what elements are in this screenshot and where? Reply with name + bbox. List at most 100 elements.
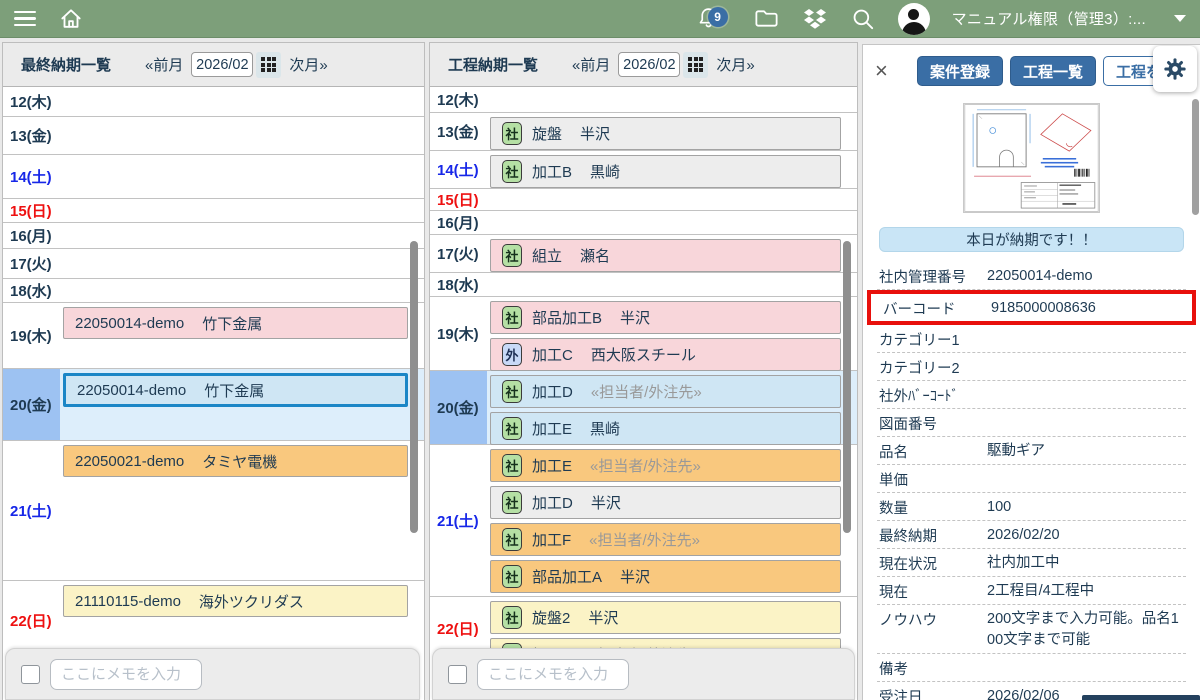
detail-field-row: 社内管理番号22050014-demo <box>877 262 1186 290</box>
calendar-grid-icon <box>261 57 276 72</box>
calendar-row: 19(木)社部品加工B半沢外加工C西大阪スチール <box>430 297 857 371</box>
detail-field-row: 図面番号 <box>877 409 1186 437</box>
drawing-thumbnail[interactable] <box>963 103 1100 213</box>
scrollbar-thumb[interactable] <box>843 241 851 533</box>
assignee-name: 半沢 <box>620 307 650 328</box>
calendar-row: 20(金)社加工D«担当者/外注先»社加工E黒崎 <box>430 371 857 445</box>
field-label: カテゴリー1 <box>879 329 987 350</box>
register-project-button[interactable]: 案件登録 <box>917 56 1003 86</box>
final-due-date-list: 12(木)13(金)14(土)15(日)16(月)17(火)18(水)19(木)… <box>3 87 424 700</box>
field-label: カテゴリー2 <box>879 357 987 378</box>
schedule-entry[interactable]: 社加工F«担当者/外注先» <box>490 523 841 556</box>
inhouse-badge: 社 <box>502 244 522 267</box>
process-name: 旋盤2 <box>532 607 570 628</box>
schedule-entry[interactable]: 社加工D«担当者/外注先» <box>490 375 841 408</box>
schedule-entry[interactable]: 社加工D半沢 <box>490 486 841 519</box>
dropbox-icon[interactable] <box>802 7 828 31</box>
prev-month-button[interactable]: «前月 <box>572 54 610 75</box>
process-due-date-header: 工程納期一覧 «前月 次月» <box>430 43 857 87</box>
scrollbar-thumb[interactable] <box>1192 99 1199 215</box>
entry-slot <box>60 249 424 278</box>
menu-icon[interactable] <box>14 11 36 27</box>
schedule-entry[interactable]: 社組立瀬名 <box>490 239 841 272</box>
calendar-row: 19(木)22050014-demo竹下金属 <box>3 303 424 369</box>
calendar-picker-button[interactable] <box>683 52 708 78</box>
schedule-entry[interactable]: 社旋盤半沢 <box>490 117 841 150</box>
entry-slot: 社加工B黒崎 <box>487 151 857 188</box>
entry-slot <box>60 87 424 116</box>
calendar-picker-button[interactable] <box>256 52 281 78</box>
memo-checkbox[interactable] <box>448 665 467 684</box>
chevron-down-icon[interactable] <box>1174 15 1186 22</box>
calendar-row: 18(水) <box>430 273 857 297</box>
assignee-name: 半沢 <box>580 123 610 144</box>
schedule-entry[interactable]: 22050021-demoタミヤ電機 <box>63 445 408 477</box>
field-label: 備考 <box>879 658 987 679</box>
entry-slot <box>60 199 424 222</box>
month-input[interactable] <box>618 52 680 77</box>
calendar-row: 13(金)社旋盤半沢 <box>430 113 857 151</box>
date-label: 21(土) <box>3 441 60 580</box>
process-name: 旋盤 <box>532 123 562 144</box>
schedule-entry[interactable]: 社加工E«担当者/外注先» <box>490 449 841 482</box>
settings-gear-button[interactable] <box>1153 46 1197 92</box>
schedule-entry[interactable]: 22050014-demo竹下金属 <box>63 373 408 407</box>
assignee-name: 西大阪スチール <box>591 344 696 365</box>
field-value: 社内加工中 <box>987 553 1184 574</box>
field-value: 9185000008636 <box>991 298 1184 319</box>
calendar-row: 21(土)22050021-demoタミヤ電機 <box>3 441 424 581</box>
assignee-name: 黒崎 <box>590 161 620 182</box>
next-month-button[interactable]: 次月» <box>289 54 327 75</box>
schedule-entry[interactable]: 社加工B黒崎 <box>490 155 841 188</box>
order-code: 22050021-demo <box>75 453 184 470</box>
assignee-name: 竹下金属 <box>202 313 262 334</box>
close-icon[interactable]: × <box>875 60 888 82</box>
search-icon[interactable] <box>850 6 876 32</box>
assignee-placeholder: «担当者/外注先» <box>591 381 702 402</box>
calendar-row: 15(日) <box>430 189 857 211</box>
process-name: 加工C <box>532 344 573 365</box>
date-label: 15(日) <box>430 189 487 210</box>
field-label: 品名 <box>879 441 987 462</box>
schedule-entry[interactable]: 社部品加工A半沢 <box>490 560 841 593</box>
calendar-grid-icon <box>688 57 703 72</box>
date-label: 12(木) <box>3 87 60 116</box>
user-avatar[interactable] <box>898 3 930 35</box>
process-name: 加工E <box>532 455 572 476</box>
field-label: 最終納期 <box>879 525 987 546</box>
folder-icon[interactable] <box>753 6 780 31</box>
prev-month-button[interactable]: «前月 <box>145 54 183 75</box>
home-icon[interactable] <box>58 6 84 32</box>
entry-slot <box>487 273 857 296</box>
calendar-row: 12(木) <box>3 87 424 117</box>
calendar-row: 15(日) <box>3 199 424 223</box>
calendar-row: 17(火)社組立瀬名 <box>430 235 857 273</box>
calendar-row: 20(金)22050014-demo竹下金属 <box>3 369 424 441</box>
assignee-placeholder: «担当者/外注先» <box>590 455 701 476</box>
assignee-placeholder: «担当者/外注先» <box>589 529 700 550</box>
schedule-entry[interactable]: 21110115-demo海外ツクリダス <box>63 585 408 617</box>
calendar-row: 17(火) <box>3 249 424 279</box>
schedule-entry[interactable]: 社加工E黒崎 <box>490 412 841 445</box>
schedule-entry[interactable]: 社旋盤2半沢 <box>490 601 841 634</box>
detail-field-row: 備考 <box>877 654 1186 682</box>
field-label: ノウハウ <box>879 609 987 630</box>
panel-title: 最終納期一覧 <box>21 54 111 75</box>
field-value: 22050014-demo <box>987 266 1184 287</box>
memo-input[interactable] <box>477 659 629 690</box>
process-name: 組立 <box>532 245 562 266</box>
field-value: 2026/02/20 <box>987 525 1184 546</box>
calendar-row: 16(月) <box>3 223 424 249</box>
next-month-button[interactable]: 次月» <box>716 54 754 75</box>
detail-field-row: 現在状況社内加工中 <box>877 549 1186 577</box>
memo-input[interactable] <box>50 659 202 690</box>
memo-checkbox[interactable] <box>21 665 40 684</box>
scrollbar-thumb[interactable] <box>410 241 418 533</box>
order-code: 22050014-demo <box>77 382 186 399</box>
notifications-bell-icon[interactable]: 9 <box>696 6 721 31</box>
schedule-entry[interactable]: 外加工C西大阪スチール <box>490 338 841 371</box>
schedule-entry[interactable]: 社部品加工B半沢 <box>490 301 841 334</box>
schedule-entry[interactable]: 22050014-demo竹下金属 <box>63 307 408 339</box>
process-list-button[interactable]: 工程一覧 <box>1010 56 1096 86</box>
month-input[interactable] <box>191 52 253 77</box>
